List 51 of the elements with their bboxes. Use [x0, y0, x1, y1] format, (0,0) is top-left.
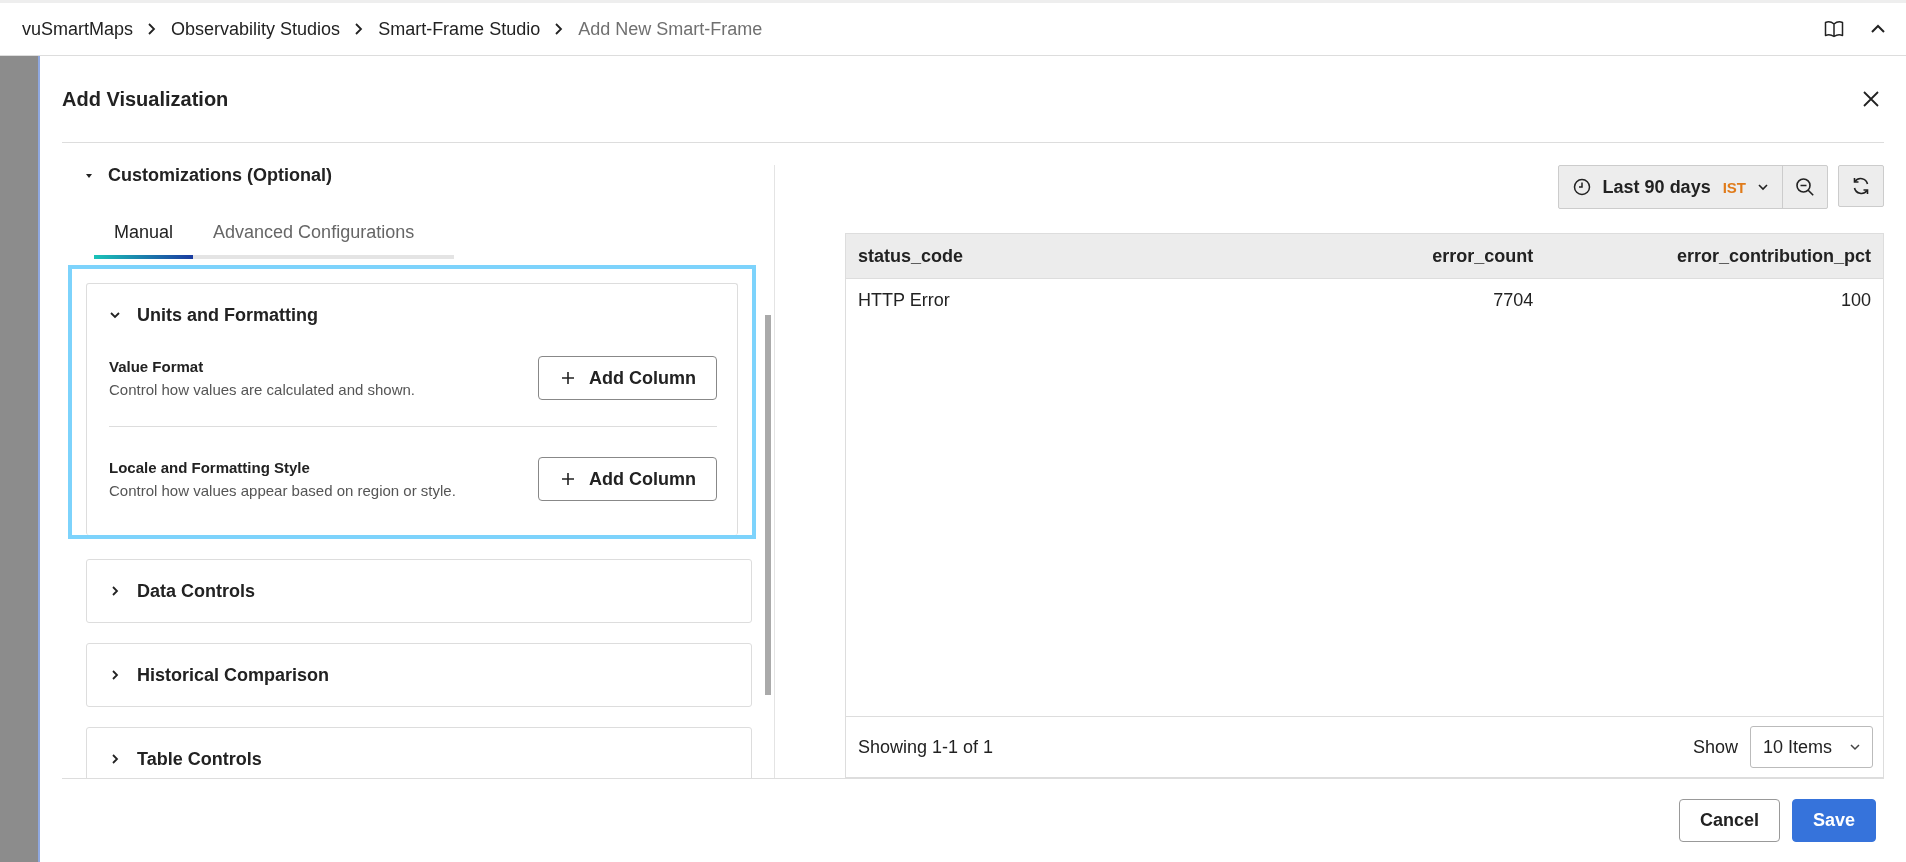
- column-header: error_count: [1431, 245, 1534, 267]
- chevron-right-icon: [109, 585, 121, 597]
- column-header: error_contribution_pct: [1675, 245, 1871, 267]
- show-label: Show: [1692, 736, 1738, 758]
- table-cell-text: 100: [1839, 289, 1871, 311]
- setting-description: Control how values appear based on region or style.: [109, 482, 456, 499]
- tab[interactable]: Manual: [94, 212, 194, 259]
- column-header: status_code: [858, 245, 965, 267]
- section-header[interactable]: Data Controls: [87, 560, 751, 622]
- table-cell-text: HTTP Error: [858, 289, 951, 311]
- section-header[interactable]: Units and Formatting: [87, 284, 737, 346]
- setting-title: Locale and Formatting Style: [109, 459, 311, 476]
- plus-icon: [561, 371, 575, 385]
- page-size-dropdown[interactable]: 10 Items: [1749, 726, 1873, 768]
- add-column-button[interactable]: Add Column: [538, 457, 717, 501]
- table-cell-text: 7704: [1492, 289, 1534, 311]
- pagination-summary: Showing 1-1 of 1: [858, 736, 994, 758]
- time-range-label: Last 90 days: [1602, 176, 1711, 198]
- chevron-right-icon: [109, 669, 121, 681]
- clock-icon: [1572, 178, 1591, 196]
- chevron-right-icon: [354, 22, 365, 36]
- chevron-right-icon: [554, 22, 565, 36]
- section-header[interactable]: Table Controls: [87, 728, 751, 778]
- timezone-label: IST: [1722, 178, 1746, 196]
- chevron-down-icon: [1758, 183, 1768, 191]
- plus-icon: [561, 472, 575, 486]
- book-icon[interactable]: [1824, 20, 1844, 38]
- setting-title: Value Format: [109, 358, 205, 375]
- setting-description: Control how values are calculated and shown.: [109, 381, 415, 398]
- refresh-icon: [1851, 176, 1871, 196]
- chevron-right-icon: [147, 22, 158, 36]
- chevron-down-icon: [1850, 743, 1860, 751]
- dialog-title: Add Visualization: [62, 87, 229, 111]
- section-header[interactable]: Historical Comparison: [87, 644, 751, 706]
- close-icon[interactable]: [1862, 90, 1880, 108]
- time-range-picker[interactable]: Last 90 days IST: [1557, 165, 1828, 209]
- tab[interactable]: Advanced Configurations: [193, 212, 435, 259]
- breadcrumb-item[interactable]: Smart-Frame Studio: [378, 18, 541, 40]
- add-column-button[interactable]: Add Column: [538, 356, 717, 400]
- zoom-out-icon[interactable]: [1795, 177, 1815, 197]
- cancel-button[interactable]: Cancel: [1678, 799, 1780, 842]
- breadcrumb-item[interactable]: vuSmartMaps: [22, 18, 134, 40]
- chevron-down-icon: [109, 309, 121, 321]
- chevron-up-icon[interactable]: [1870, 24, 1886, 34]
- breadcrumb-item: Add New Smart-Frame: [578, 18, 763, 40]
- chevron-right-icon: [109, 753, 121, 765]
- refresh-button[interactable]: [1838, 165, 1884, 207]
- customizations-header[interactable]: Customizations (Optional): [62, 165, 762, 186]
- breadcrumb-item[interactable]: Observability Studios: [171, 18, 341, 40]
- save-button[interactable]: Save: [1791, 799, 1876, 842]
- scrollbar[interactable]: [765, 315, 771, 695]
